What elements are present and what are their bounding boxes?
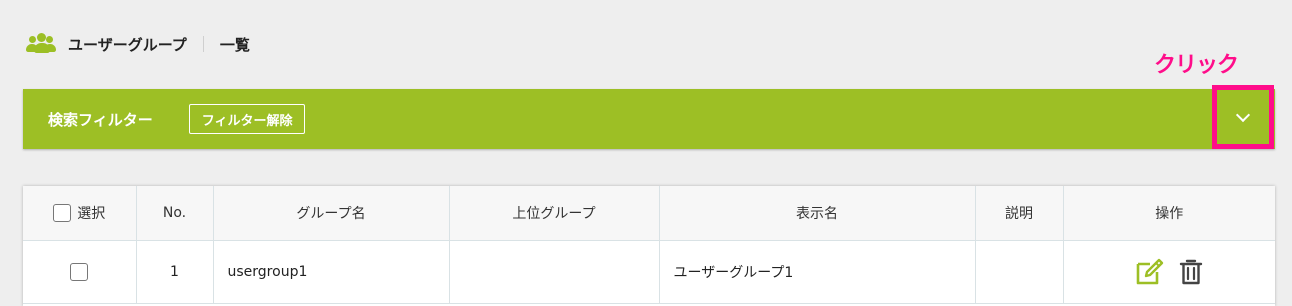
trash-icon[interactable] xyxy=(1179,258,1203,286)
page-subtitle: 一覧 xyxy=(219,35,250,54)
chevron-down-icon xyxy=(1235,107,1251,123)
click-annotation: クリック xyxy=(1154,53,1239,78)
row-parent-group xyxy=(449,240,660,304)
table-row: 1 usergroup1 ユーザーグループ1 xyxy=(23,240,1275,304)
row-select-cell xyxy=(23,240,137,304)
users-icon xyxy=(26,33,58,55)
row-select-checkbox[interactable] xyxy=(70,263,89,281)
user-group-table: 選択 No. グループ名 上位グループ 表示名 説明 操作 1 usergrou… xyxy=(23,186,1275,306)
column-header-display-name: 表示名 xyxy=(659,186,976,241)
row-description xyxy=(975,240,1064,304)
row-no: 1 xyxy=(136,240,214,304)
row-actions xyxy=(1063,240,1275,304)
filter-title: 検索フィルター xyxy=(48,110,153,129)
column-header-actions: 操作 xyxy=(1063,186,1275,241)
column-header-parent-group: 上位グループ xyxy=(449,186,660,241)
page-header: ユーザーグループ 一覧 xyxy=(26,32,250,56)
column-header-description: 説明 xyxy=(975,186,1064,241)
column-header-group-name: グループ名 xyxy=(213,186,450,241)
column-label-select: 選択 xyxy=(77,206,106,222)
edit-icon[interactable] xyxy=(1135,258,1165,286)
select-all-checkbox[interactable] xyxy=(53,204,72,222)
search-filter-bar: 検索フィルター フィルター解除 xyxy=(23,85,1275,149)
table-header-row: 選択 No. グループ名 上位グループ 表示名 説明 操作 xyxy=(23,186,1275,241)
title-separator xyxy=(202,36,204,52)
filter-toggle-button[interactable] xyxy=(1212,85,1274,149)
row-display-name: ユーザーグループ1 xyxy=(659,240,976,304)
column-header-select: 選択 xyxy=(23,186,137,241)
clear-filter-button[interactable]: フィルター解除 xyxy=(188,104,306,134)
column-header-no: No. xyxy=(136,186,214,241)
row-group-name: usergroup1 xyxy=(213,240,450,304)
page-title: ユーザーグループ xyxy=(68,35,187,54)
